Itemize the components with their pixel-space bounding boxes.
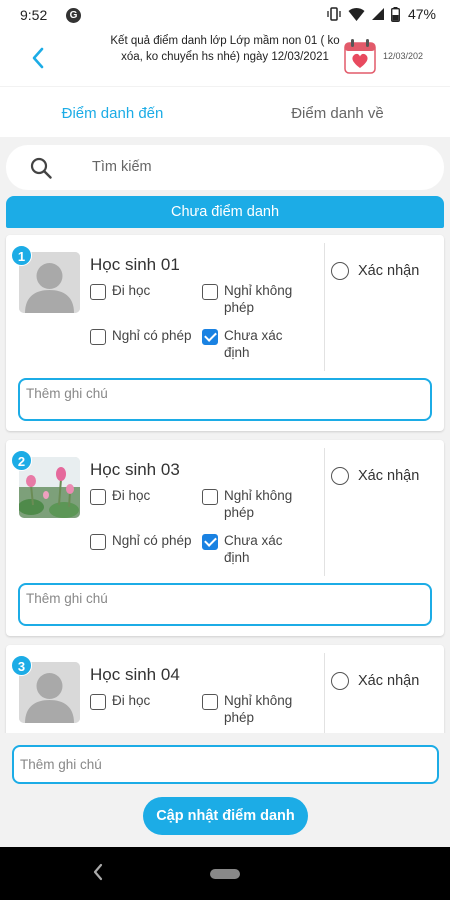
attendance-tabs: Điểm danh đến Điểm danh về bbox=[0, 87, 450, 137]
checkbox-label: Đi học bbox=[112, 488, 151, 503]
back-button[interactable] bbox=[22, 40, 54, 76]
absent-excused-checkbox[interactable]: Nghỉ có phép bbox=[90, 327, 192, 345]
checkbox-box bbox=[90, 534, 106, 550]
note-placeholder: Thêm ghi chú bbox=[26, 591, 108, 606]
note-placeholder: Thêm ghi chú bbox=[26, 386, 108, 401]
checkbox-box bbox=[90, 489, 106, 505]
student-card: 3 Học sinh 04 Đi học Nghỉ không phép Xác… bbox=[6, 645, 444, 733]
radio-circle bbox=[331, 262, 349, 280]
divider bbox=[324, 448, 325, 576]
checkbox-label: Nghỉ có phép bbox=[112, 328, 192, 343]
student-name: Học sinh 03 bbox=[90, 460, 180, 479]
wifi-icon bbox=[348, 7, 365, 21]
confirm-label: Xác nhận bbox=[358, 673, 420, 689]
section-banner: Chưa điểm danh bbox=[6, 196, 444, 228]
status-time: 9:52 bbox=[20, 7, 48, 23]
student-name: Học sinh 01 bbox=[90, 255, 180, 274]
system-nav-bar bbox=[0, 847, 450, 900]
checkbox-box bbox=[202, 694, 218, 710]
checkbox-box bbox=[202, 534, 218, 550]
absent-unexcused-checkbox[interactable]: Nghỉ không phép bbox=[202, 692, 304, 726]
vibrate-icon bbox=[327, 7, 341, 21]
absent-excused-checkbox[interactable]: Nghỉ có phép bbox=[90, 532, 192, 550]
status-icons: 47% bbox=[326, 6, 436, 22]
battery-percent: 47% bbox=[407, 6, 436, 22]
note-placeholder: Thêm ghi chú bbox=[20, 757, 102, 772]
confirm-label: Xác nhận bbox=[358, 263, 420, 279]
student-number-badge: 2 bbox=[11, 450, 32, 471]
divider bbox=[324, 653, 325, 733]
tab-departure[interactable]: Điểm danh về bbox=[225, 87, 450, 137]
radio-circle bbox=[331, 467, 349, 485]
checkbox-label: Đi học bbox=[112, 693, 151, 708]
checkbox-box bbox=[90, 329, 106, 345]
confirm-radio[interactable]: Xác nhận bbox=[331, 467, 419, 485]
absent-unexcused-checkbox[interactable]: Nghỉ không phép bbox=[202, 487, 304, 521]
student-number-badge: 1 bbox=[11, 245, 32, 266]
page-title: Kết quả điểm danh lớp Lớp mầm non 01 ( k… bbox=[110, 35, 340, 63]
note-input[interactable]: Thêm ghi chú bbox=[18, 583, 432, 626]
signal-icon bbox=[371, 8, 384, 20]
calendar-icon[interactable] bbox=[344, 38, 376, 74]
nav-home-pill[interactable] bbox=[210, 869, 240, 879]
present-checkbox[interactable]: Đi học bbox=[90, 282, 150, 300]
checkbox-box bbox=[202, 489, 218, 505]
search-icon bbox=[30, 157, 52, 179]
checkbox-label: Nghỉ có phép bbox=[112, 533, 192, 548]
absent-unexcused-checkbox[interactable]: Nghỉ không phép bbox=[202, 282, 304, 316]
app-header: Kết quả điểm danh lớp Lớp mầm non 01 ( k… bbox=[0, 30, 450, 86]
checkbox-box bbox=[90, 284, 106, 300]
confirm-label: Xác nhận bbox=[358, 468, 420, 484]
student-number-badge: 3 bbox=[11, 655, 32, 676]
checkbox-box bbox=[202, 329, 218, 345]
header-date: 12/03/202 bbox=[383, 51, 424, 61]
divider bbox=[324, 243, 325, 371]
footer: Thêm ghi chú Cập nhật điểm danh bbox=[0, 733, 450, 847]
checkbox-box bbox=[90, 694, 106, 710]
student-list: 1 Học sinh 01 Đi học Nghỉ không phép Ngh… bbox=[0, 231, 450, 733]
update-attendance-button[interactable]: Cập nhật điểm danh bbox=[143, 797, 308, 835]
undetermined-checkbox[interactable]: Chưa xác định bbox=[202, 532, 304, 566]
present-checkbox[interactable]: Đi học bbox=[90, 692, 150, 710]
tab-arrival[interactable]: Điểm danh đến bbox=[0, 87, 225, 137]
student-name: Học sinh 04 bbox=[90, 665, 180, 684]
app-notification-icon: G bbox=[66, 8, 81, 23]
note-input[interactable]: Thêm ghi chú bbox=[18, 378, 432, 421]
checkbox-label: Nghỉ không phép bbox=[224, 693, 293, 725]
checkbox-box bbox=[202, 284, 218, 300]
confirm-radio[interactable]: Xác nhận bbox=[331, 672, 419, 690]
checkbox-label: Chưa xác định bbox=[224, 328, 283, 360]
search-placeholder: Tìm kiếm bbox=[92, 159, 152, 175]
battery-icon bbox=[391, 6, 400, 22]
nav-back-icon[interactable] bbox=[92, 863, 104, 881]
checkbox-label: Nghỉ không phép bbox=[224, 283, 293, 315]
search-input[interactable]: Tìm kiếm bbox=[6, 145, 444, 190]
confirm-radio[interactable]: Xác nhận bbox=[331, 262, 419, 280]
checkbox-label: Nghỉ không phép bbox=[224, 488, 293, 520]
undetermined-checkbox[interactable]: Chưa xác định bbox=[202, 327, 304, 361]
present-checkbox[interactable]: Đi học bbox=[90, 487, 150, 505]
checkbox-label: Chưa xác định bbox=[224, 533, 283, 565]
general-note-input[interactable]: Thêm ghi chú bbox=[12, 745, 439, 784]
chevron-left-icon bbox=[32, 47, 44, 69]
radio-circle bbox=[331, 672, 349, 690]
student-card: 1 Học sinh 01 Đi học Nghỉ không phép Ngh… bbox=[6, 235, 444, 431]
student-card: 2 Học sinh 03 Đi học Nghỉ không phép Ngh… bbox=[6, 440, 444, 636]
status-bar: 9:52 G 47% bbox=[0, 0, 450, 30]
checkbox-label: Đi học bbox=[112, 283, 151, 298]
